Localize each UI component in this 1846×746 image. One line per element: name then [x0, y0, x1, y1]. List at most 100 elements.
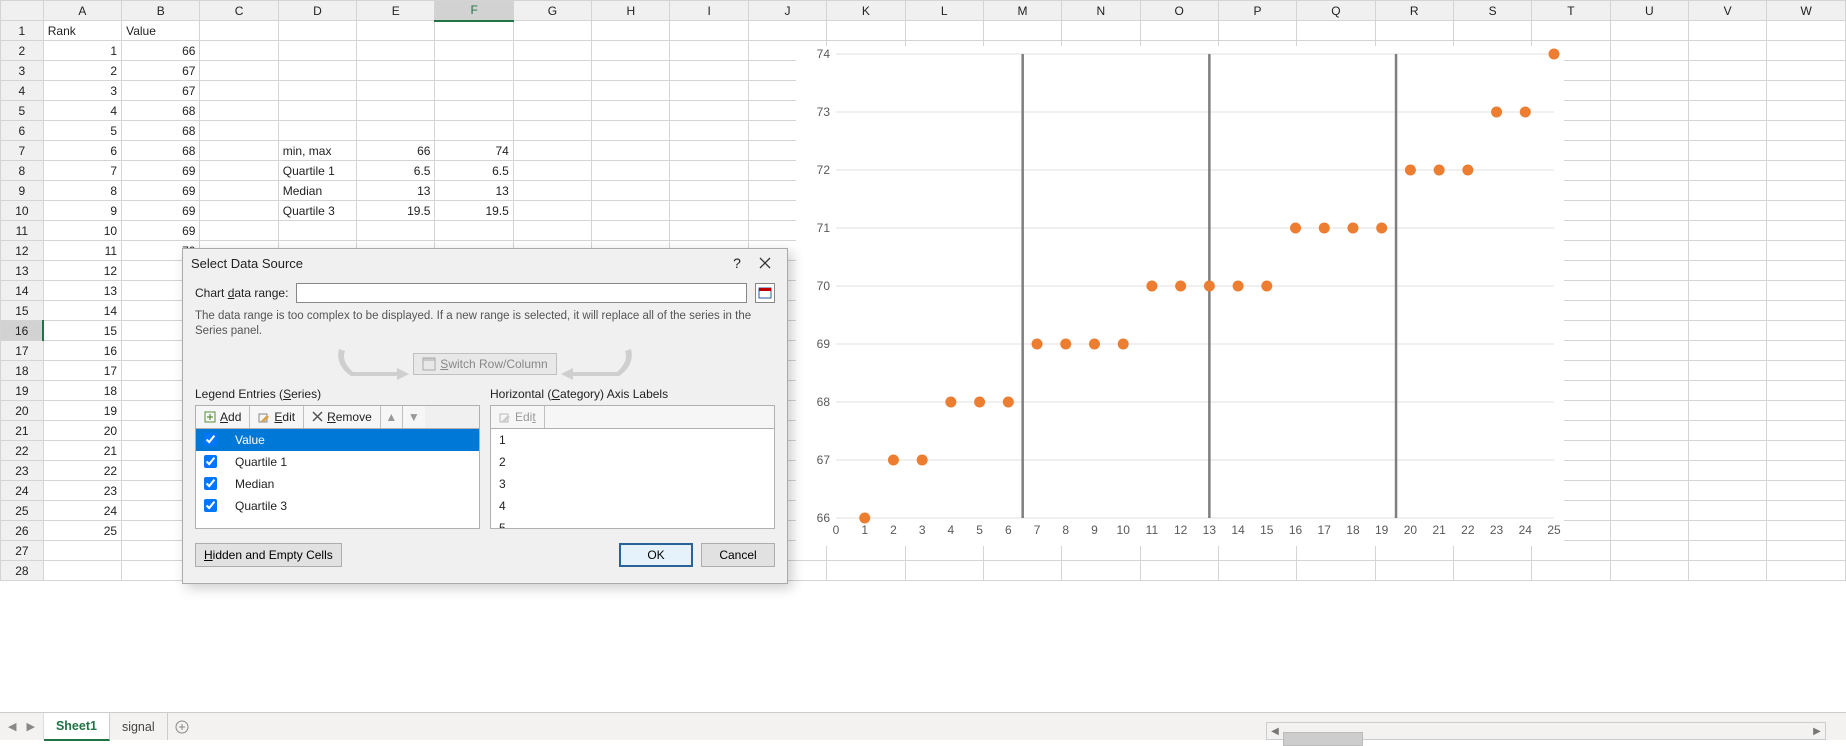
cell-W25[interactable] — [1767, 501, 1846, 521]
column-header-Q[interactable]: Q — [1297, 1, 1375, 21]
cell-W18[interactable] — [1767, 361, 1846, 381]
cell-C10[interactable] — [200, 201, 278, 221]
row-header-19[interactable]: 19 — [1, 381, 44, 401]
cell-W12[interactable] — [1767, 241, 1846, 261]
series-checkbox[interactable] — [204, 499, 217, 512]
cell-U9[interactable] — [1610, 181, 1688, 201]
cell-B8[interactable]: 69 — [122, 161, 200, 181]
cell-I3[interactable] — [670, 61, 748, 81]
cell-O28[interactable] — [1140, 561, 1218, 581]
cell-U7[interactable] — [1610, 141, 1688, 161]
cell-A2[interactable]: 1 — [43, 41, 121, 61]
cell-A13[interactable]: 12 — [43, 261, 121, 281]
cell-F3[interactable] — [435, 61, 513, 81]
cell-E4[interactable] — [357, 81, 435, 101]
cell-H10[interactable] — [592, 201, 670, 221]
cell-F11[interactable] — [435, 221, 513, 241]
cell-A19[interactable]: 18 — [43, 381, 121, 401]
cell-F9[interactable]: 13 — [435, 181, 513, 201]
cell-B3[interactable]: 67 — [122, 61, 200, 81]
cell-F1[interactable] — [435, 21, 513, 41]
category-row-4[interactable]: 5 — [491, 517, 774, 529]
cell-B2[interactable]: 66 — [122, 41, 200, 61]
cell-G4[interactable] — [513, 81, 591, 101]
cell-A20[interactable]: 19 — [43, 401, 121, 421]
chart-area[interactable]: 6667686970717273740123456789101112131415… — [796, 46, 1564, 546]
cell-V24[interactable] — [1688, 481, 1766, 501]
cell-V14[interactable] — [1688, 281, 1766, 301]
cell-A16[interactable]: 15 — [43, 321, 121, 341]
cell-V25[interactable] — [1688, 501, 1766, 521]
cell-U16[interactable] — [1610, 321, 1688, 341]
select-all-corner[interactable] — [1, 1, 44, 21]
cell-D5[interactable] — [278, 101, 356, 121]
cell-G1[interactable] — [513, 21, 591, 41]
cell-A6[interactable]: 5 — [43, 121, 121, 141]
cell-H1[interactable] — [592, 21, 670, 41]
cell-A27[interactable] — [43, 541, 121, 561]
row-header-26[interactable]: 26 — [1, 521, 44, 541]
scrollbar-thumb[interactable] — [1283, 732, 1363, 746]
cell-H6[interactable] — [592, 121, 670, 141]
category-row-3[interactable]: 4 — [491, 495, 774, 517]
cell-I5[interactable] — [670, 101, 748, 121]
cell-B11[interactable]: 69 — [122, 221, 200, 241]
add-sheet-button[interactable] — [168, 713, 196, 740]
cell-C3[interactable] — [200, 61, 278, 81]
cell-U25[interactable] — [1610, 501, 1688, 521]
cell-A7[interactable]: 6 — [43, 141, 121, 161]
cell-A8[interactable]: 7 — [43, 161, 121, 181]
cell-V23[interactable] — [1688, 461, 1766, 481]
category-row-2[interactable]: 3 — [491, 473, 774, 495]
cell-E11[interactable] — [357, 221, 435, 241]
cell-E9[interactable]: 13 — [357, 181, 435, 201]
remove-series-button[interactable]: Remove — [304, 406, 381, 428]
cell-U3[interactable] — [1610, 61, 1688, 81]
cell-P1[interactable] — [1218, 21, 1296, 41]
cell-G2[interactable] — [513, 41, 591, 61]
row-header-14[interactable]: 14 — [1, 281, 44, 301]
column-header-S[interactable]: S — [1453, 1, 1531, 21]
cell-U19[interactable] — [1610, 381, 1688, 401]
cell-W19[interactable] — [1767, 381, 1846, 401]
series-checkbox[interactable] — [204, 455, 217, 468]
cell-M28[interactable] — [983, 561, 1061, 581]
row-header-1[interactable]: 1 — [1, 21, 44, 41]
cell-U20[interactable] — [1610, 401, 1688, 421]
column-header-P[interactable]: P — [1218, 1, 1296, 21]
row-header-10[interactable]: 10 — [1, 201, 44, 221]
nav-prev-icon[interactable]: ◀ — [8, 720, 16, 733]
row-header-5[interactable]: 5 — [1, 101, 44, 121]
cell-D10[interactable]: Quartile 3 — [278, 201, 356, 221]
cell-A15[interactable]: 14 — [43, 301, 121, 321]
cell-H9[interactable] — [592, 181, 670, 201]
cell-U11[interactable] — [1610, 221, 1688, 241]
hidden-empty-cells-button[interactable]: Hidden and Empty Cells — [195, 543, 342, 567]
cell-I11[interactable] — [670, 221, 748, 241]
cell-G8[interactable] — [513, 161, 591, 181]
cell-U22[interactable] — [1610, 441, 1688, 461]
cell-W22[interactable] — [1767, 441, 1846, 461]
column-header-W[interactable]: W — [1767, 1, 1846, 21]
cell-F10[interactable]: 19.5 — [435, 201, 513, 221]
cell-H2[interactable] — [592, 41, 670, 61]
column-header-B[interactable]: B — [122, 1, 200, 21]
row-header-13[interactable]: 13 — [1, 261, 44, 281]
row-header-16[interactable]: 16 — [1, 321, 44, 341]
cell-M1[interactable] — [983, 21, 1061, 41]
cell-V27[interactable] — [1688, 541, 1766, 561]
cell-V16[interactable] — [1688, 321, 1766, 341]
range-picker-button[interactable] — [755, 283, 775, 303]
cell-A9[interactable]: 8 — [43, 181, 121, 201]
nav-next-icon[interactable]: ▶ — [26, 720, 34, 733]
cell-W4[interactable] — [1767, 81, 1846, 101]
series-row-1[interactable]: Quartile 1 — [196, 451, 479, 473]
cell-V6[interactable] — [1688, 121, 1766, 141]
sheet-tab-sheet1[interactable]: Sheet1 — [44, 713, 110, 741]
cell-C9[interactable] — [200, 181, 278, 201]
cell-W13[interactable] — [1767, 261, 1846, 281]
column-header-V[interactable]: V — [1688, 1, 1766, 21]
column-header-F[interactable]: F — [435, 1, 513, 21]
cell-H5[interactable] — [592, 101, 670, 121]
cell-W15[interactable] — [1767, 301, 1846, 321]
